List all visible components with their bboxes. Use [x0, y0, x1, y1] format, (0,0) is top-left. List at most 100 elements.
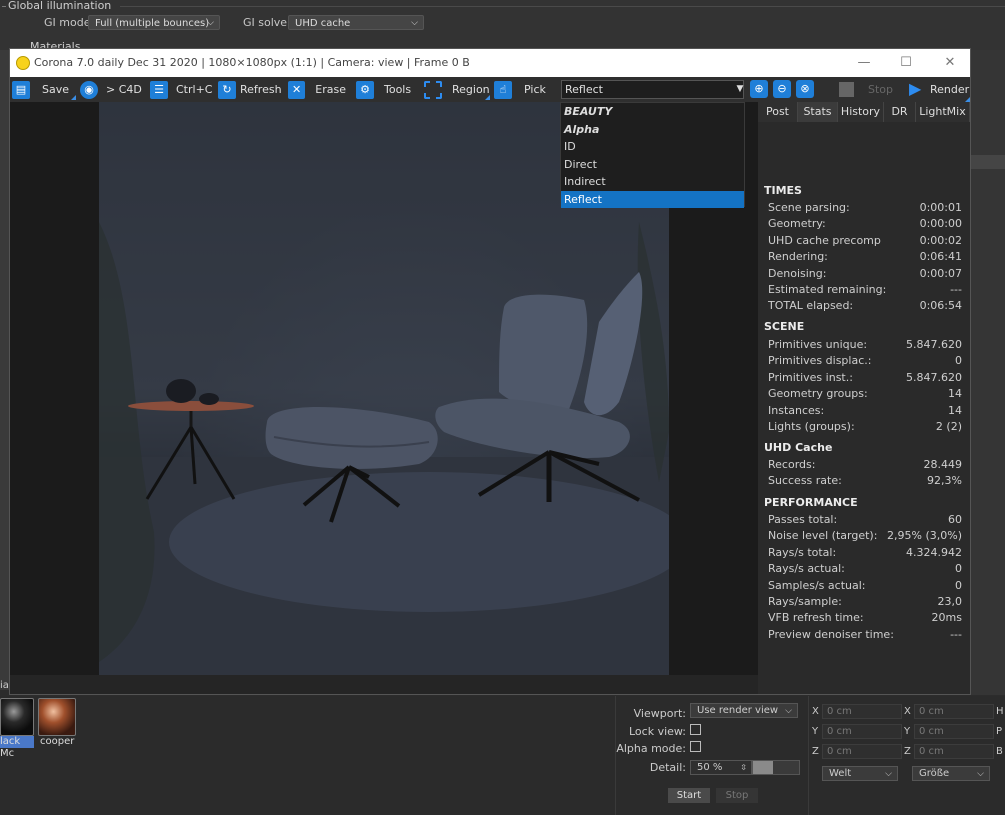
stat-key: Samples/s actual: [768, 578, 866, 592]
stop-button[interactable]: Stop [868, 83, 893, 96]
tab-lightmix[interactable]: LightMix [916, 102, 970, 122]
region-button[interactable]: Region [422, 77, 490, 102]
viewport-select[interactable]: Use render view ⌵ [690, 703, 798, 718]
tools-button[interactable]: ⚙ Tools [354, 77, 414, 102]
stat-value: 0:06:41 [919, 250, 962, 264]
to-c4d-label: > C4D [106, 83, 142, 96]
stat-key: Geometry: [768, 217, 826, 231]
chevron-down-icon[interactable]: ▼ [734, 80, 746, 99]
render-button[interactable]: Render [930, 83, 969, 96]
tab-stats[interactable]: Stats [798, 102, 838, 122]
stat-key: Rendering: [768, 250, 828, 264]
alpha-mode-label: Alpha mode: [616, 742, 686, 755]
coord-axis-label: Y [812, 726, 819, 737]
gi-mode-select[interactable]: Full (multiple bounces) ⌵ [88, 15, 220, 30]
background-row [971, 155, 1005, 169]
size-z-field[interactable]: 0 cm [914, 744, 994, 759]
position-x-field[interactable]: 0 cm [822, 704, 902, 719]
attribute-panel-top: Global illumination GI mode Full (multip… [0, 0, 1005, 53]
stat-value: 0:06:54 [919, 299, 962, 313]
play-icon[interactable]: ▶ [909, 81, 921, 97]
stat-key: VFB refresh time: [768, 611, 864, 625]
stats-panel: Post Stats History DR LightMix TIMES Sce… [758, 102, 970, 694]
stat-row: Geometry: 0:00:00 [768, 217, 962, 233]
erase-x-icon: ✕ [288, 80, 306, 99]
dropdown-item-indirect[interactable]: Indirect [561, 173, 744, 191]
refresh-button[interactable]: ↻ Refresh [216, 77, 286, 102]
dropdown-item-beauty[interactable]: BEAUTY [561, 103, 744, 121]
detail-input[interactable]: 50 % ⇳ [690, 760, 752, 775]
stat-key: UHD cache precomp [768, 233, 881, 247]
stat-value: 5.847.620 [906, 338, 962, 351]
dropdown-item-alpha[interactable]: Alpha [561, 121, 744, 139]
dropdown-item-id[interactable]: ID [561, 138, 744, 156]
copy-button[interactable]: ☰ Ctrl+C [148, 77, 214, 102]
pick-label: Pick [524, 83, 546, 96]
section-scene-title: SCENE [764, 320, 805, 333]
material-slot[interactable]: lack Mc [0, 698, 34, 759]
stat-row: Rendering: 0:06:41 [768, 250, 962, 266]
coordinate-space-select[interactable]: Welt ⌵ [822, 766, 898, 781]
tab-post[interactable]: Post [758, 102, 798, 122]
stat-key: Denoising: [768, 266, 827, 280]
stat-value: 4.324.942 [906, 545, 962, 559]
tab-history[interactable]: History [838, 102, 884, 122]
stat-row: Instances: 14 [768, 404, 962, 420]
section-uhd-title: UHD Cache [764, 441, 833, 454]
gear-icon: ⚙ [356, 80, 374, 99]
render-pass-dropdown[interactable]: BEAUTY Alpha ID Direct Indirect Reflect [560, 102, 745, 208]
stat-key: Scene parsing: [768, 201, 850, 214]
stat-row: Primitives inst.: 5.847.620 [768, 371, 962, 387]
zoom-out-icon[interactable]: ⊖ [773, 80, 791, 98]
material-label: cooper [40, 736, 75, 747]
erase-button[interactable]: ✕ Erase [286, 77, 346, 102]
render-pass-select[interactable]: Reflect [561, 80, 744, 99]
stat-value: 0:00:02 [919, 233, 962, 247]
dropdown-item-reflect[interactable]: Reflect [561, 190, 744, 208]
start-button[interactable]: Start [668, 788, 710, 803]
stat-key: Preview denoiser time: [768, 627, 894, 641]
position-y-field[interactable]: 0 cm [822, 724, 902, 739]
stepper-icon[interactable]: ⇳ [740, 761, 747, 775]
smiley-icon [16, 56, 30, 70]
stat-key: Noise level (target): [768, 529, 878, 543]
window-titlebar[interactable]: Corona 7.0 daily Dec 31 2020 | 1080×1080… [10, 49, 970, 77]
zoom-fit-icon[interactable]: ⊗ [796, 80, 814, 98]
gi-solver-select[interactable]: UHD cache ⌵ [288, 15, 424, 30]
background-panel-right [971, 50, 1005, 695]
detail-slider[interactable] [752, 760, 800, 775]
clipboard-icon: ☰ [150, 80, 168, 99]
stop-icon[interactable] [839, 82, 854, 97]
close-button[interactable]: ✕ [936, 53, 964, 73]
stat-key: Rays/s total: [768, 545, 837, 559]
stat-key: Rays/s actual: [768, 562, 845, 576]
section-divider [120, 6, 1005, 7]
save-button[interactable]: ▤ Save [10, 77, 76, 102]
dropdown-corner-icon [71, 95, 76, 100]
stat-key: TOTAL elapsed: [768, 299, 854, 313]
gi-section-title[interactable]: Global illumination [1, 0, 111, 12]
size-x-field[interactable]: 0 cm [914, 704, 994, 719]
position-z-field[interactable]: 0 cm [822, 744, 902, 759]
tab-dr[interactable]: DR [884, 102, 916, 122]
field-value: 0 cm [919, 726, 944, 737]
stop-button[interactable]: Stop [716, 788, 758, 803]
stat-row: VFB refresh time: 20ms [768, 611, 962, 627]
size-y-field[interactable]: 0 cm [914, 724, 994, 739]
alpha-mode-checkbox[interactable] [690, 741, 701, 752]
chevron-down-icon: ⌵ [411, 18, 418, 28]
stat-key: Instances: [768, 403, 825, 417]
maximize-button[interactable]: ☐ [892, 53, 920, 73]
dropdown-item-direct[interactable]: Direct [561, 156, 744, 174]
size-mode-select[interactable]: Größe ⌵ [912, 766, 990, 781]
floppy-disk-icon: ▤ [12, 80, 30, 99]
stat-value: 0 [955, 562, 962, 576]
zoom-in-icon[interactable]: ⊕ [750, 80, 768, 98]
pick-button[interactable]: ☝ Pick [492, 77, 552, 102]
minimize-button[interactable]: — [850, 53, 878, 73]
viewport-label: Viewport: [633, 707, 686, 720]
to-c4d-button[interactable]: ◉ > C4D [78, 77, 144, 102]
material-slot[interactable]: cooper [38, 698, 78, 750]
select-value: Größe [919, 768, 950, 779]
lock-view-checkbox[interactable] [690, 724, 701, 735]
